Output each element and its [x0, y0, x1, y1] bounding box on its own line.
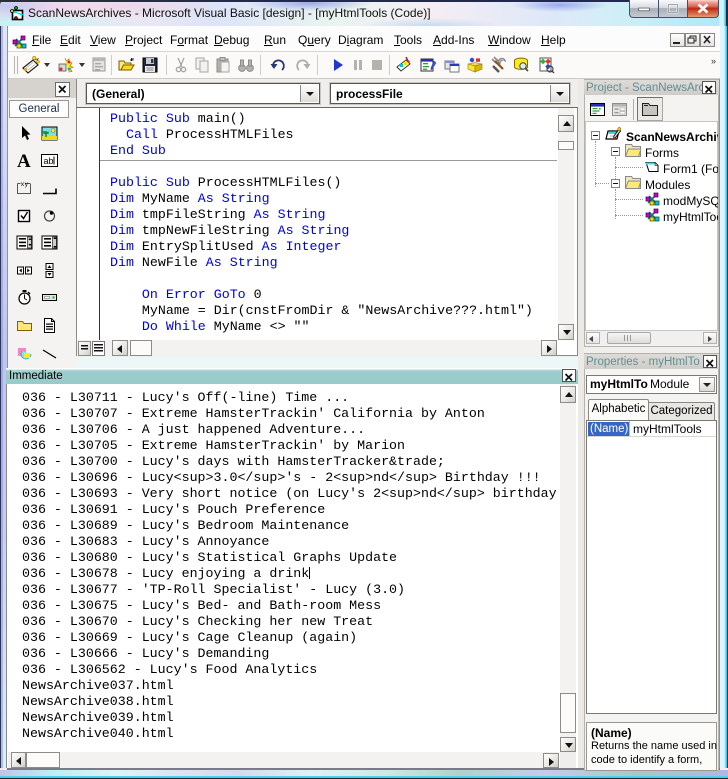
svg-text:xy: xy [21, 181, 29, 188]
svg-text:ab: ab [44, 156, 54, 166]
